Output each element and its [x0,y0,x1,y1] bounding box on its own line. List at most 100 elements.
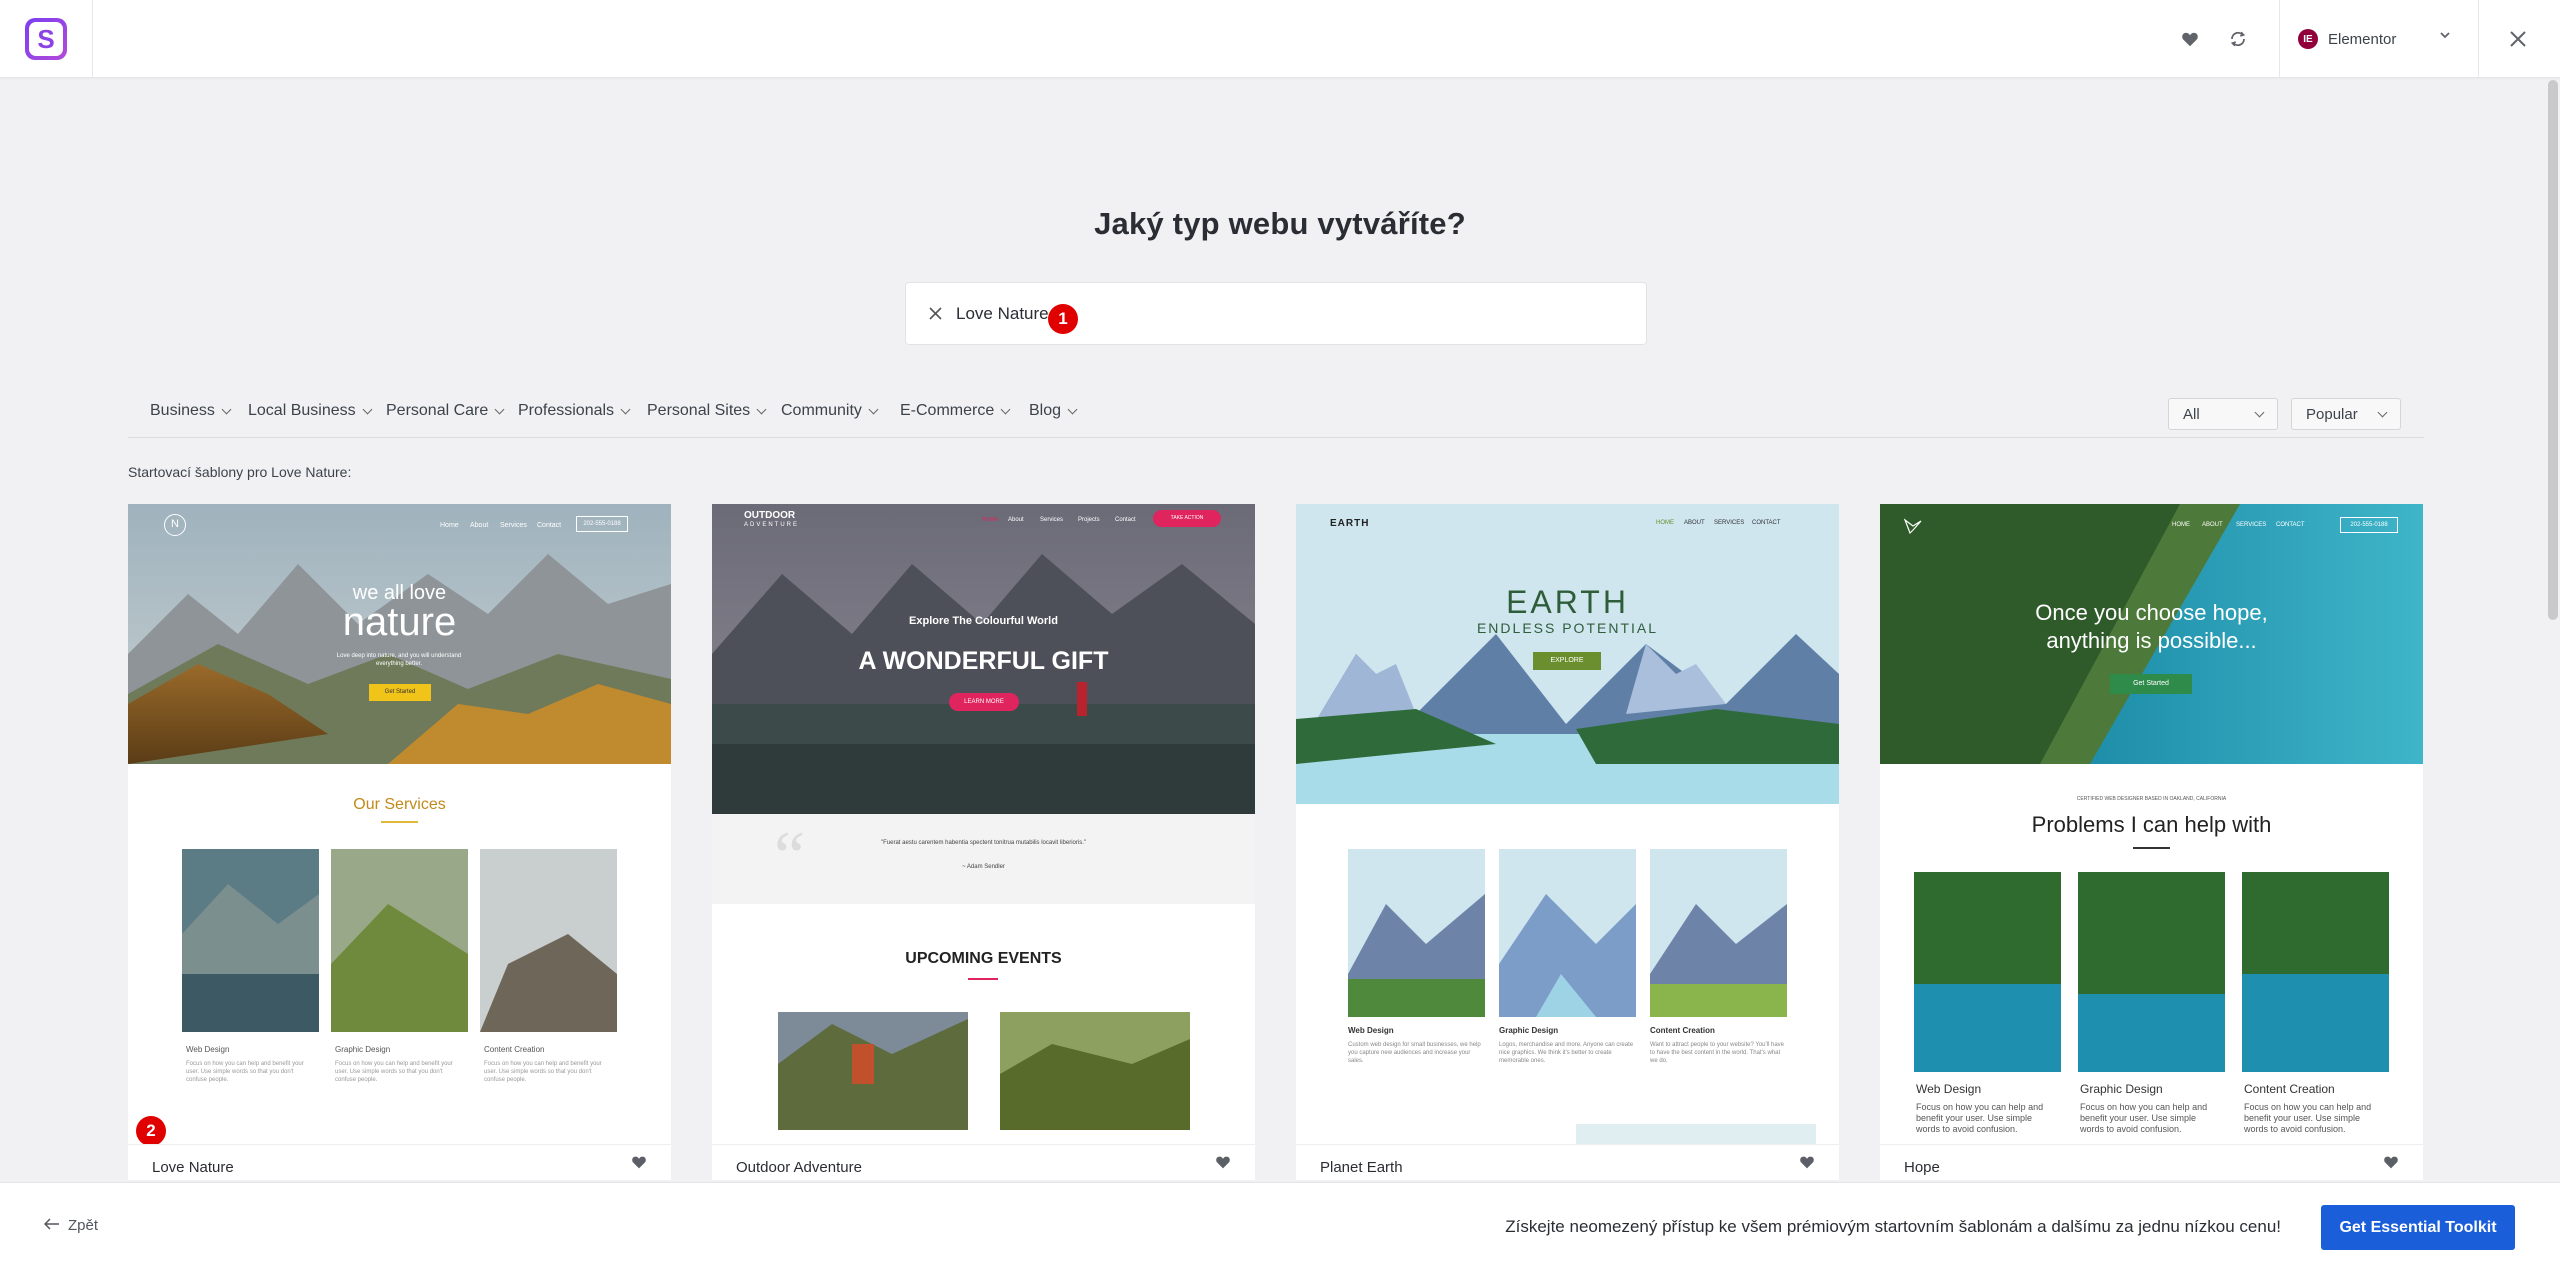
preview-hero-sub: Love deep into nature, and you will unde… [336,653,462,667]
preview-service-text: Focus on how you can help and benefit yo… [2080,1102,2208,1134]
brand-logo: N [164,514,186,536]
top-bar: S IE Elementor [0,0,2560,78]
card-title[interactable]: Love Nature [152,1159,234,1176]
preview-nav-item: About [1008,517,1024,523]
preview-service-text: Custom web design for small businesses, … [1348,1042,1481,1064]
chevron-down-icon [494,404,505,414]
preview-service-title: Web Design [186,1045,230,1054]
preview-button: Get Started [369,684,431,701]
template-preview[interactable]: N Home About Services Contact 202-555-01… [128,504,671,1144]
preview-nav-item: SERVICES [2236,522,2267,528]
topbar-divider [2478,0,2479,78]
preview-service-title: Web Design [1348,1026,1394,1035]
close-icon[interactable] [2503,24,2533,54]
preview-service-title: Graphic Design [2080,1082,2163,1096]
card-title[interactable]: Planet Earth [1320,1159,1403,1176]
chevron-down-icon [1000,404,1011,414]
preview-nav-item: Contact [1115,517,1136,523]
preview-service-title: Content Creation [1650,1026,1715,1035]
card-footer: Hope [1880,1144,2423,1180]
preview-service-text: Focus on how you can help and benefit yo… [1916,1102,2044,1134]
preview-nav-item: Contact [537,522,562,529]
preview-service-text: Focus on how you can help and benefit yo… [186,1061,304,1083]
template-card-planet-earth[interactable]: EARTH HOME ABOUT SERVICES CONTACT EARTH … [1296,504,1839,1180]
results-label: Startovací šablony pro Love Nature: [128,464,352,480]
back-button[interactable]: Zpět [43,1217,98,1234]
search-field[interactable]: Love Nature [905,282,1647,345]
page-builder-select[interactable]: IE Elementor [2298,24,2458,54]
annotation-marker-2: 2 [136,1116,166,1146]
category-personal-sites[interactable]: Personal Sites [647,402,767,420]
preview-button: EXPLORE [1533,652,1601,670]
filter-bar: Business Local Business Personal Care Pr… [128,392,2424,438]
favorite-heart-icon[interactable] [1799,1155,1815,1174]
template-card-love-nature[interactable]: N Home About Services Contact 202-555-01… [128,504,671,1180]
category-e-commerce[interactable]: E-Commerce [900,402,1011,420]
preview-hero-big: nature [342,600,457,644]
preview-quote: "Fuerat aestu carentem habentia spectent… [880,840,1087,846]
template-preview[interactable]: EARTH HOME ABOUT SERVICES CONTACT EARTH … [1296,504,1839,1144]
category-personal-care[interactable]: Personal Care [386,402,505,420]
template-card-hope[interactable]: HOME ABOUT SERVICES CONTACT 202-555-0188… [1880,504,2423,1180]
card-title[interactable]: Outdoor Adventure [736,1159,862,1176]
clear-search-icon[interactable] [924,303,946,325]
favorite-heart-icon[interactable] [631,1155,647,1174]
favorite-heart-icon[interactable] [2383,1155,2399,1174]
search-value[interactable]: Love Nature [956,304,1049,324]
preview-button: Get Started [2110,674,2192,694]
svg-text:“: “ [774,818,805,895]
type-filter-select[interactable]: All [2168,398,2278,430]
category-community[interactable]: Community [781,402,879,420]
chevron-down-icon [2254,407,2265,417]
preview-section-title: Problems I can help with [2031,812,2272,837]
preview-button: LEARN MORE [949,693,1019,711]
preview-kicker: CERTIFIED WEB DESIGNER BASED IN OAKLAND,… [2076,796,2227,802]
preview-nav-item: Home [440,522,459,529]
logo-letter: S [29,22,63,56]
app-logo[interactable]: S [25,18,67,60]
preview-nav-item: ABOUT [1684,520,1705,526]
arrow-left-icon [43,1217,60,1234]
category-local-business[interactable]: Local Business [248,402,373,420]
template-preview[interactable]: HOME ABOUT SERVICES CONTACT 202-555-0188… [1880,504,2423,1144]
preview-phone: 202-555-0188 [576,516,628,532]
preview-nav-item: Services [500,522,527,529]
preview-service-text: Focus on how you can help and benefit yo… [2244,1102,2372,1134]
preview-section-title: Our Services [353,796,446,813]
preview-service-text: Want to attract people to your website? … [1650,1042,1785,1064]
category-business[interactable]: Business [150,402,232,420]
preview-service-title: Content Creation [2244,1082,2335,1096]
chevron-down-icon [756,404,767,414]
category-professionals[interactable]: Professionals [518,402,631,420]
chevron-down-icon [362,404,373,414]
favorite-heart-icon[interactable] [1215,1155,1231,1174]
card-title[interactable]: Hope [1904,1159,1940,1176]
template-card-outdoor-adventure[interactable]: “ OUTDOOR ADVENTURE Home About Services … [712,504,1255,1180]
preview-service-title: Web Design [1916,1082,1982,1096]
preview-brand: OUTDOOR [744,510,796,521]
preview-service-title: Graphic Design [1499,1026,1559,1035]
preview-nav-item: About [470,522,489,529]
preview-service-title: Graphic Design [335,1045,391,1054]
get-essential-toolkit-button[interactable]: Get Essential Toolkit [2321,1205,2515,1250]
heart-icon[interactable] [2175,24,2205,54]
refresh-icon[interactable] [2223,24,2253,54]
preview-subline: ENDLESS POTENTIAL [1476,620,1659,636]
category-blog[interactable]: Blog [1029,402,1078,420]
chevron-down-icon [868,404,879,414]
scrollbar[interactable] [2548,80,2558,620]
preview-brand: EARTH [1330,518,1370,529]
preview-nav-item: CONTACT [1752,520,1781,526]
bird-logo-icon [1903,518,1922,539]
builder-label: Elementor [2328,30,2397,48]
preview-brand-sub: ADVENTURE [744,522,800,528]
preview-nav-item: ABOUT [2202,522,2223,528]
card-footer: Planet Earth [1296,1144,1839,1180]
preview-section-title: UPCOMING EVENTS [905,950,1062,967]
logo-area: S [0,0,93,78]
sort-select[interactable]: Popular [2291,398,2401,430]
template-preview[interactable]: “ OUTDOOR ADVENTURE Home About Services … [712,504,1255,1144]
preview-headline: anything is possible... [2046,628,2257,653]
preview-phone: 202-555-0188 [2340,517,2398,533]
chevron-down-icon [620,404,631,414]
